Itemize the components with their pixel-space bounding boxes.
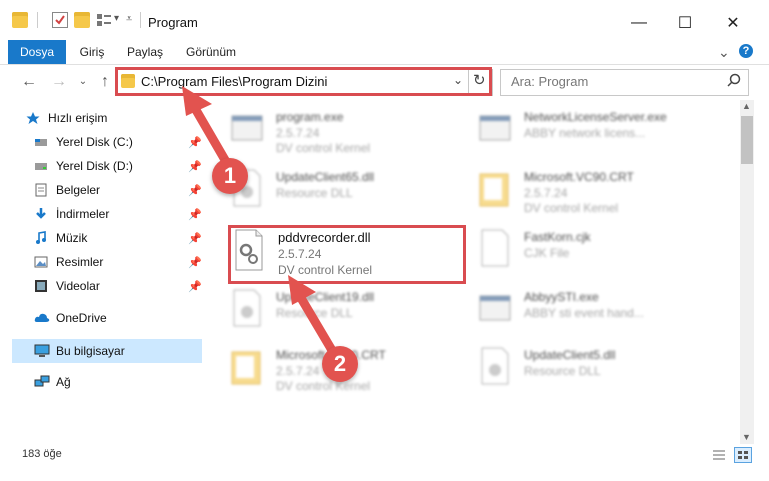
large-icons-view-icon[interactable] xyxy=(734,447,752,463)
details-view-icon[interactable] xyxy=(712,449,726,464)
scroll-up-icon[interactable]: ▲ xyxy=(742,101,751,111)
item-count: 183 öğe xyxy=(22,448,62,460)
step-badge-2: 2 xyxy=(322,346,358,382)
arrow-2 xyxy=(288,275,338,357)
scroll-down-icon[interactable]: ▼ xyxy=(742,432,751,442)
scrollbar-thumb[interactable] xyxy=(741,116,753,164)
step-badge-1: 1 xyxy=(212,158,248,194)
annotation-arrows xyxy=(182,86,338,357)
